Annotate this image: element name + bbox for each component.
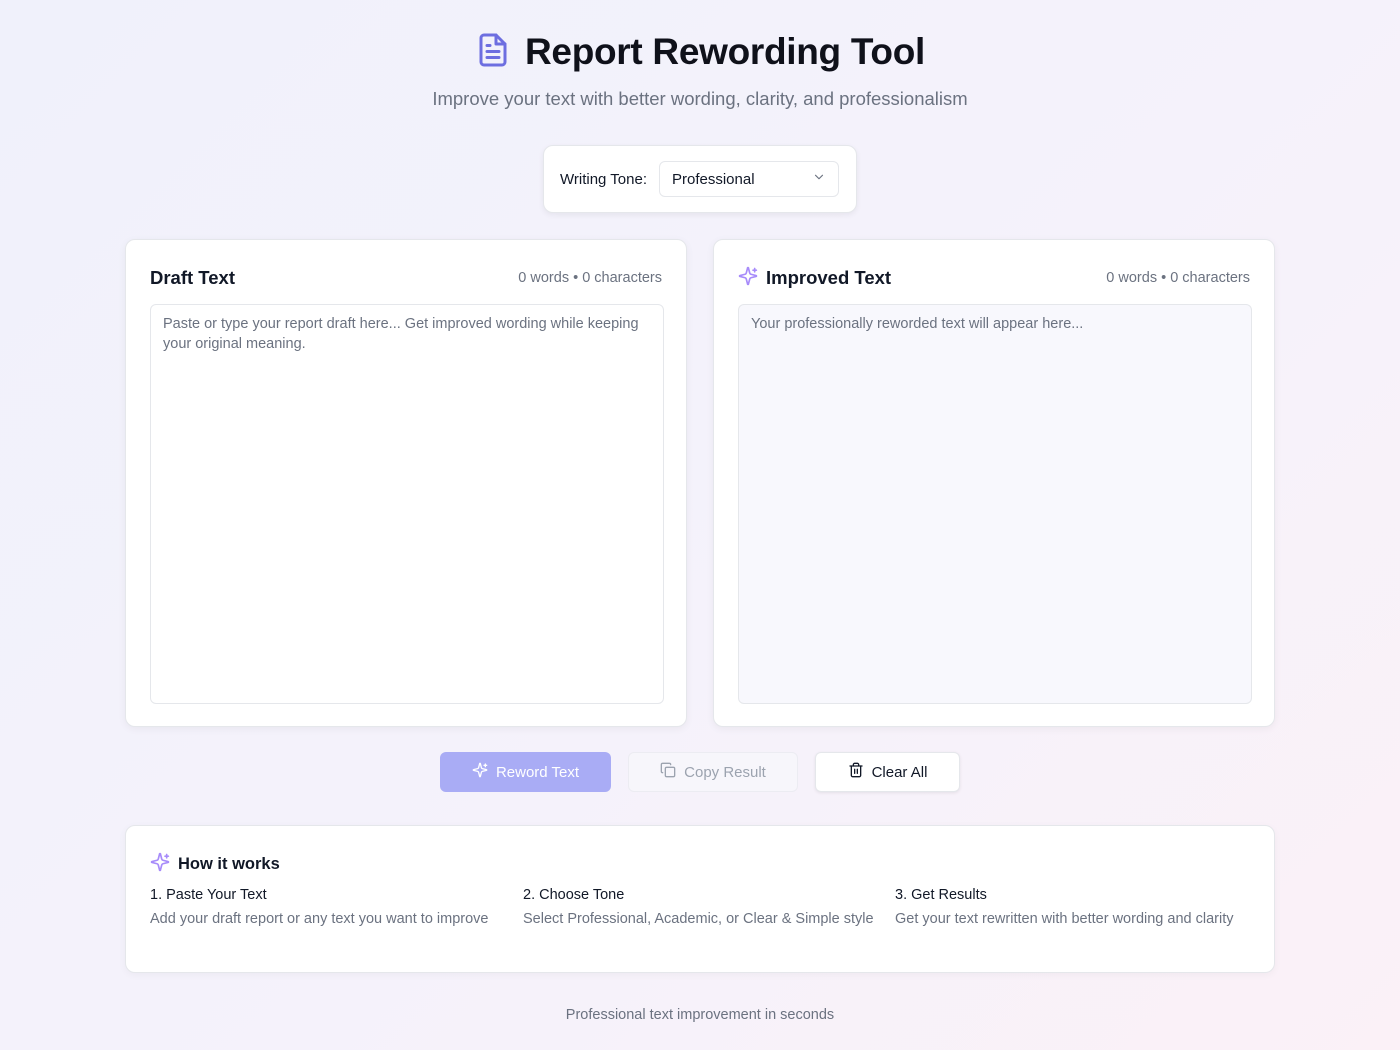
improved-panel: Improved Text 0 words • 0 characters You… [713,239,1275,727]
step-title: 3. Get Results [895,887,987,903]
improved-panel-header: Improved Text 0 words • 0 characters [738,266,1250,290]
title-row: Report Rewording Tool [0,30,1400,74]
step-item: 3. Get Results Get your text rewritten w… [895,887,1255,929]
improved-title: Improved Text [766,267,892,288]
tone-label: Writing Tone: [560,170,647,188]
reword-button-label: Reword Text [495,763,580,781]
how-it-works-card: How it works 1. Paste Your Text Add your… [125,825,1275,973]
step-title: 2. Choose Tone [523,887,625,903]
draft-title: Draft Text [150,267,235,288]
sparkles-icon [472,762,488,782]
how-it-works-heading: How it works [150,852,280,877]
page-subtitle: Improve your text with better wording, c… [432,88,968,109]
clear-all-button[interactable]: Clear All [815,752,960,792]
copy-result-button[interactable]: Copy Result [628,752,798,792]
step-description: Add your draft report or any text you wa… [150,911,489,927]
improved-counts: 0 words • 0 characters [1106,270,1250,286]
chevron-down-icon [812,170,826,188]
improved-placeholder: Your professionally reworded text will a… [751,316,1084,332]
clear-button-label: Clear All [871,763,928,781]
step-title: 1. Paste Your Text [150,887,267,903]
copy-button-label: Copy Result [684,763,766,781]
step-description: Select Professional, Academic, or Clear … [523,911,874,927]
reword-button[interactable]: Reword Text [440,752,611,792]
draft-textarea[interactable]: Paste or type your report draft here... … [150,304,664,704]
draft-counts: 0 words • 0 characters [518,270,662,286]
trash-icon [848,762,864,782]
improved-title-group: Improved Text [738,266,891,291]
document-icon [475,30,511,75]
tone-select[interactable]: Professional [659,161,839,197]
draft-placeholder: Paste or type your report draft here... … [163,316,639,352]
tone-selector-card: Writing Tone: Professional [543,145,857,213]
sparkles-icon [738,266,758,291]
step-description: Get your text rewritten with better word… [895,911,1234,927]
draft-panel: Draft Text 0 words • 0 characters Paste … [125,239,687,727]
step-item: 1. Paste Your Text Add your draft report… [150,887,510,929]
sparkles-icon [150,852,170,877]
page-title: Report Rewording Tool [525,31,925,72]
step-item: 2. Choose Tone Select Professional, Acad… [523,887,883,929]
how-it-works-title: How it works [178,855,280,873]
footer-text: Professional text improvement in seconds [565,1007,835,1023]
improved-output[interactable]: Your professionally reworded text will a… [738,304,1252,704]
draft-panel-header: Draft Text 0 words • 0 characters [150,266,662,290]
page-header: Report Rewording Tool Improve your text … [0,30,1400,110]
tone-selected-value: Professional [672,170,755,188]
copy-icon [660,762,676,782]
